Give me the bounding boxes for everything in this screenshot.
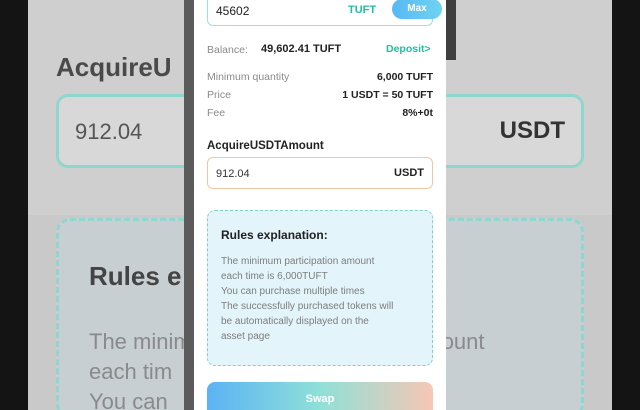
tuft-amount-unit: TUFT — [348, 4, 377, 16]
tuft-amount-value[interactable]: 45602 — [216, 4, 249, 18]
rules-line: You can purchase multiple times — [221, 286, 365, 297]
background-edge-right — [612, 0, 640, 410]
max-button[interactable]: Max — [392, 0, 442, 19]
background-rules-line-1b: ount — [441, 329, 485, 354]
rules-line: The minimum participation amount — [221, 256, 375, 267]
detail-value: 6,000 TUFT — [376, 71, 433, 83]
balance-value: 49,602.41 TUFT — [261, 43, 342, 55]
tuft-amount-input[interactable]: 45602 TUFT Max — [207, 0, 442, 26]
background-rules-title: Rules e — [89, 261, 182, 291]
phone-screen: 45602 TUFT Max Balance: 49,602.41 TUFT D… — [194, 0, 446, 410]
phone-edge-left — [184, 0, 194, 410]
swap-button[interactable]: Swap — [207, 382, 433, 410]
background-input-unit: USDT — [499, 117, 565, 144]
detail-label: Minimum quantity — [207, 71, 290, 83]
rules-line: be automatically displayed on the — [221, 316, 369, 327]
detail-value: 1 USDT = 50 TUFT — [342, 89, 433, 101]
rules-panel: Rules explanation: The minimum participa… — [207, 210, 433, 366]
usdt-amount-unit: USDT — [394, 167, 424, 179]
detail-label: Fee — [207, 107, 226, 119]
rules-line: The successfully purchased tokens will — [221, 301, 394, 312]
deposit-link[interactable]: Deposit> — [386, 43, 431, 55]
background-rules-line-1: The minim — [89, 329, 192, 354]
usdt-amount-value[interactable]: 912.04 — [216, 168, 250, 180]
acquire-usdt-label: AcquireUSDTAmount — [207, 140, 324, 152]
rules-line: asset page — [221, 331, 270, 342]
balance-label: Balance: — [207, 44, 248, 56]
usdt-amount-field[interactable]: 912.04 USDT — [207, 157, 433, 189]
background-input-value: 912.04 — [75, 119, 143, 144]
phone-edge-right — [446, 0, 456, 60]
detail-label: Price — [207, 89, 231, 101]
background-edge-left — [0, 0, 28, 410]
rules-title: Rules explanation: — [221, 228, 328, 242]
rules-line: each time is 6,000TUFT — [221, 271, 328, 282]
background-title: AcquireU — [56, 52, 172, 82]
detail-value: 8%+0t — [402, 107, 433, 119]
